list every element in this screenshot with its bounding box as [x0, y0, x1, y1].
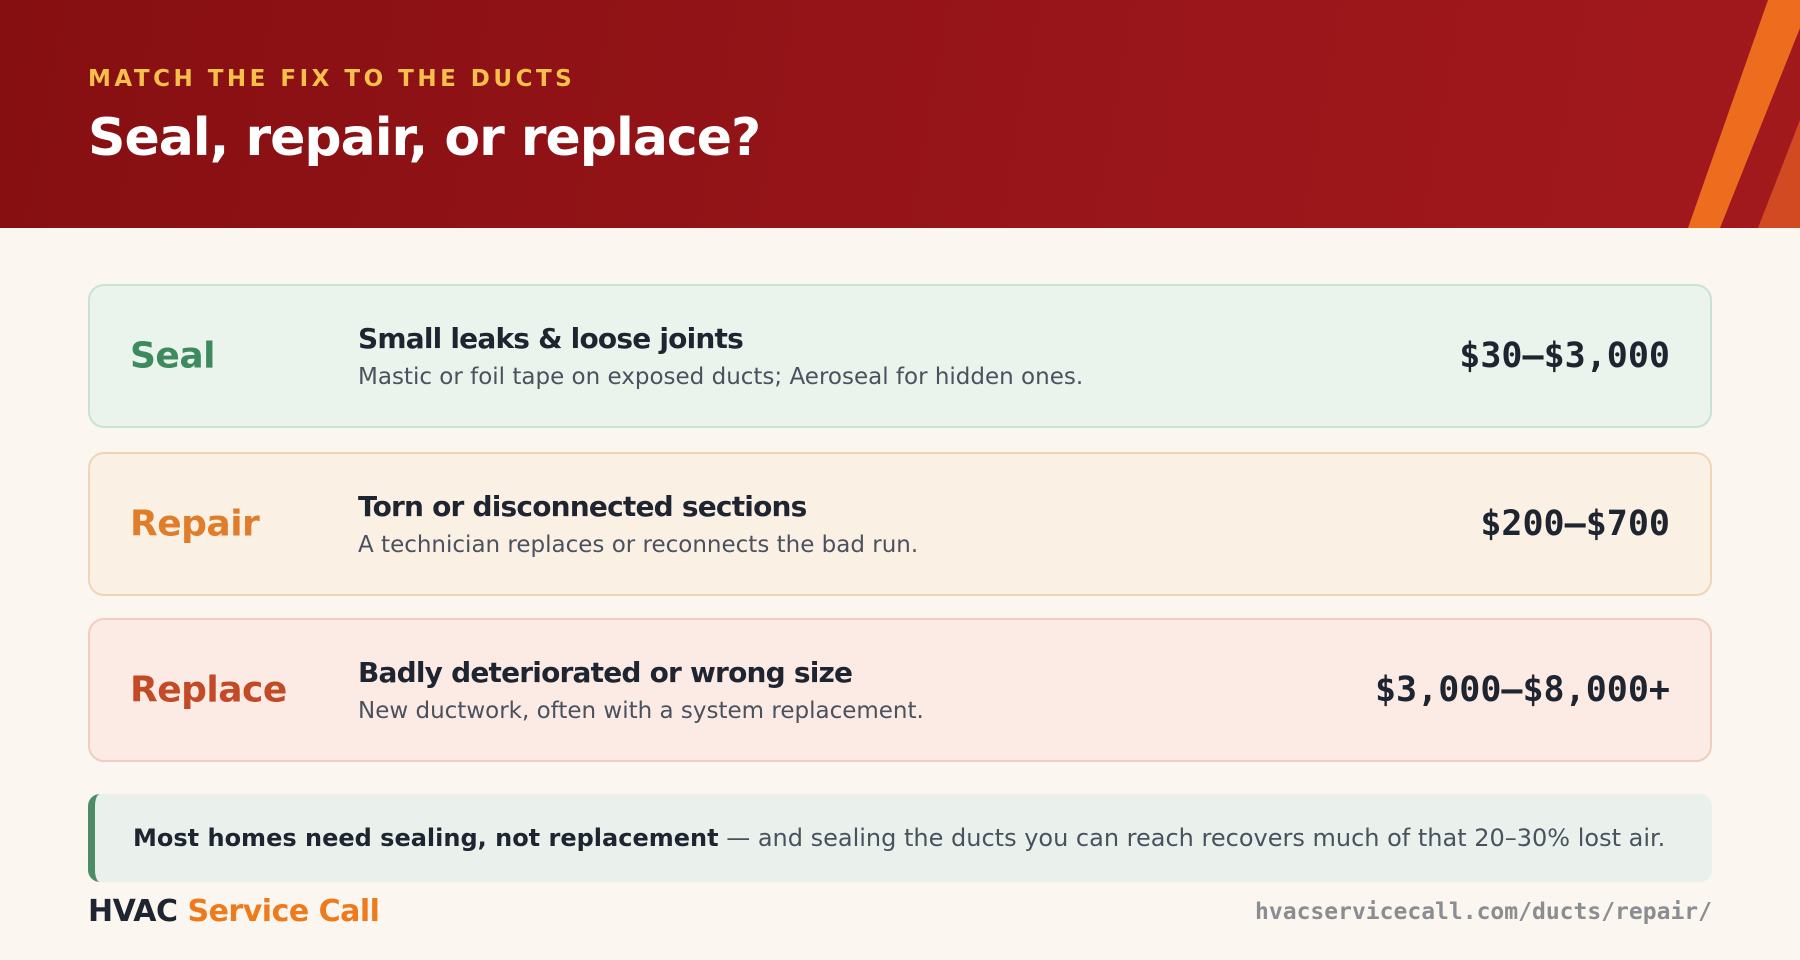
option-description: A technician replaces or reconnects the … [358, 532, 919, 558]
option-description: New ductwork, often with a system replac… [358, 698, 924, 724]
footer-url: hvacservicecall.com/ducts/repair/ [1255, 899, 1712, 925]
option-label: Replace [130, 669, 287, 711]
callout-note: Most homes need sealing, not replacement… [88, 794, 1712, 882]
brand-part-service-call: Service Call [177, 894, 380, 929]
option-label: Repair [130, 503, 260, 545]
note-text: — and sealing the ducts you can reach re… [718, 824, 1666, 852]
option-heading: Small leaks & loose joints [358, 322, 744, 355]
eyebrow-text: MATCH THE FIX TO THE DUCTS [88, 66, 576, 92]
brand-logo: HVAC Service Call [88, 894, 380, 929]
option-label: Seal [130, 335, 215, 377]
option-heading: Badly deteriorated or wrong size [358, 656, 853, 689]
header-banner: MATCH THE FIX TO THE DUCTS Seal, repair,… [0, 0, 1800, 228]
option-description: Mastic or foil tape on exposed ducts; Ae… [358, 364, 1084, 390]
option-price: $200–$700 [1480, 504, 1670, 544]
decorative-stripes [1688, 0, 1800, 228]
option-card-repair: Repair Torn or disconnected sections A t… [88, 452, 1712, 596]
option-price: $3,000–$8,000+ [1374, 670, 1670, 710]
option-price: $30–$3,000 [1459, 336, 1670, 376]
page-title: Seal, repair, or replace? [88, 108, 761, 168]
note-bold: Most homes need sealing, not replacement [133, 824, 719, 852]
option-card-replace: Replace Badly deteriorated or wrong size… [88, 618, 1712, 762]
option-heading: Torn or disconnected sections [358, 490, 807, 523]
option-card-seal: Seal Small leaks & loose joints Mastic o… [88, 284, 1712, 428]
brand-part-hvac: HVAC [88, 894, 178, 929]
